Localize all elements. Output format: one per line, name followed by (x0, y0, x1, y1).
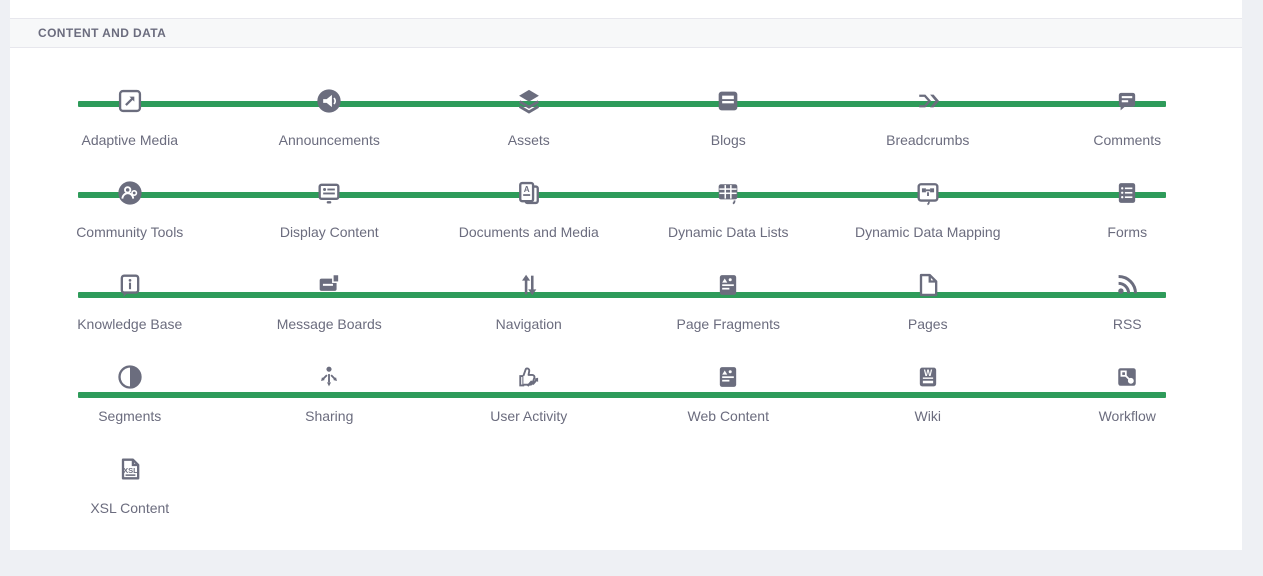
app-tile-assets[interactable]: Assets (429, 87, 629, 179)
page-fragments-icon (714, 271, 742, 299)
app-tile-label: Message Boards (277, 315, 382, 333)
app-tile-pages[interactable]: Pages (828, 271, 1028, 363)
app-tile-label: Documents and Media (459, 223, 599, 241)
app-tile-display-content[interactable]: Display Content (230, 179, 430, 271)
comments-icon (1113, 87, 1141, 115)
assets-icon (515, 87, 543, 115)
dynamic-data-mapping-icon (914, 179, 942, 207)
app-tile-dynamic-data-lists[interactable]: Dynamic Data Lists (629, 179, 829, 271)
app-tile-workflow[interactable]: Workflow (1028, 363, 1228, 455)
app-tile-label: Display Content (280, 223, 379, 241)
forms-icon (1113, 179, 1141, 207)
app-tile-label: Segments (98, 407, 161, 425)
app-tile-label: Adaptive Media (81, 131, 178, 149)
app-tile-label: Assets (508, 131, 550, 149)
app-tile-label: Wiki (915, 407, 941, 425)
wiki-icon (914, 363, 942, 391)
app-tile-label: User Activity (490, 407, 567, 425)
app-tile-adaptive-media[interactable]: Adaptive Media (30, 87, 230, 179)
app-tile-sharing[interactable]: Sharing (230, 363, 430, 455)
app-tile-label: Blogs (711, 131, 746, 149)
section-header: CONTENT AND DATA (10, 18, 1242, 48)
app-tile-user-activity[interactable]: User Activity (429, 363, 629, 455)
app-tile-blogs[interactable]: Blogs (629, 87, 829, 179)
app-tile-label: Comments (1093, 131, 1161, 149)
app-tile-label: Navigation (496, 315, 562, 333)
page-background: { "section": { "title": "CONTENT AND DAT… (0, 0, 1263, 576)
app-tile-wiki[interactable]: Wiki (828, 363, 1028, 455)
app-tile-label: Dynamic Data Mapping (855, 223, 1001, 241)
adaptive-media-icon (116, 87, 144, 115)
app-tile-label: Workflow (1099, 407, 1156, 425)
pages-icon (914, 271, 942, 299)
app-tile-announcements[interactable]: Announcements (230, 87, 430, 179)
section-title: CONTENT AND DATA (38, 26, 166, 40)
dynamic-data-lists-icon (714, 179, 742, 207)
app-tile-knowledge-base[interactable]: Knowledge Base (30, 271, 230, 363)
message-boards-icon (315, 271, 343, 299)
app-tile-breadcrumbs[interactable]: Breadcrumbs (828, 87, 1028, 179)
app-tile-web-content[interactable]: Web Content (629, 363, 829, 455)
app-tile-label: XSL Content (90, 499, 169, 517)
display-content-icon (315, 179, 343, 207)
blogs-icon (714, 87, 742, 115)
app-tile-label: Web Content (688, 407, 769, 425)
app-tile-label: Dynamic Data Lists (668, 223, 789, 241)
user-activity-icon (515, 363, 543, 391)
app-grid: Adaptive Media Announcements Assets Blog… (30, 87, 1227, 547)
announcements-icon (315, 87, 343, 115)
app-tile-label: Announcements (279, 131, 380, 149)
app-tile-label: RSS (1113, 315, 1142, 333)
app-tile-label: Knowledge Base (77, 315, 182, 333)
app-tile-navigation[interactable]: Navigation (429, 271, 629, 363)
app-tile-documents-and-media[interactable]: Documents and Media (429, 179, 629, 271)
navigation-icon (515, 271, 543, 299)
knowledge-base-icon (116, 271, 144, 299)
app-tile-xsl-content[interactable]: XSL Content (30, 455, 230, 547)
rss-icon (1113, 271, 1141, 299)
workflow-icon (1113, 363, 1141, 391)
app-tile-forms[interactable]: Forms (1028, 179, 1228, 271)
app-tile-rss[interactable]: RSS (1028, 271, 1228, 363)
app-tile-dynamic-data-mapping[interactable]: Dynamic Data Mapping (828, 179, 1028, 271)
content-card: CONTENT AND DATA Adaptive Media Announce… (10, 0, 1242, 550)
xsl-content-icon (116, 455, 144, 483)
breadcrumbs-icon (914, 87, 942, 115)
sharing-icon (315, 363, 343, 391)
segments-icon (116, 363, 144, 391)
app-tile-comments[interactable]: Comments (1028, 87, 1228, 179)
app-tile-label: Forms (1107, 223, 1147, 241)
app-tile-label: Community Tools (76, 223, 183, 241)
community-tools-icon (116, 179, 144, 207)
app-tile-page-fragments[interactable]: Page Fragments (629, 271, 829, 363)
app-tile-community-tools[interactable]: Community Tools (30, 179, 230, 271)
app-tile-label: Sharing (305, 407, 353, 425)
app-tile-label: Pages (908, 315, 948, 333)
app-tile-label: Breadcrumbs (886, 131, 969, 149)
app-tile-segments[interactable]: Segments (30, 363, 230, 455)
app-tile-message-boards[interactable]: Message Boards (230, 271, 430, 363)
app-tile-label: Page Fragments (677, 315, 781, 333)
documents-and-media-icon (515, 179, 543, 207)
web-content-icon (714, 363, 742, 391)
